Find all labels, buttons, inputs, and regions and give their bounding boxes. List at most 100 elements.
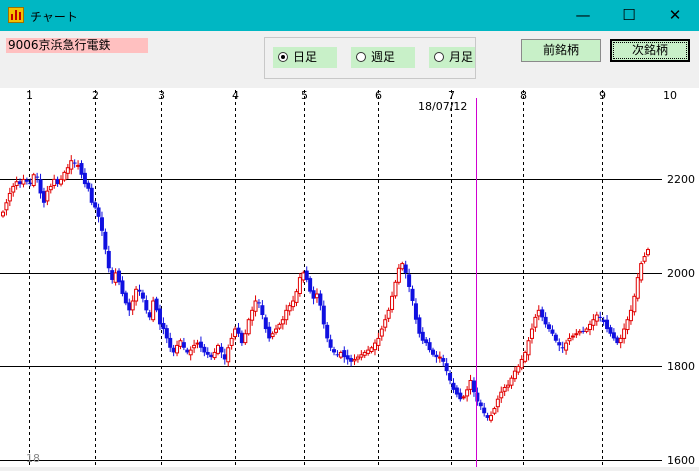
- close-icon[interactable]: ✕: [652, 0, 698, 31]
- radio-monthly[interactable]: 月足: [429, 47, 475, 68]
- candle-down: [161, 322, 166, 330]
- candle-up: [468, 379, 473, 390]
- maximize-icon[interactable]: ☐: [606, 0, 652, 31]
- candle-down: [598, 316, 603, 318]
- candle-down: [198, 341, 203, 348]
- candle-down: [335, 354, 340, 356]
- candle-down: [93, 202, 98, 208]
- month-label-2: 2: [92, 89, 99, 102]
- candle-up: [379, 328, 384, 337]
- candle-up: [646, 249, 650, 256]
- candle-up: [233, 328, 238, 338]
- candle-up: [386, 309, 391, 319]
- candle-down: [222, 354, 227, 360]
- candle-up: [246, 319, 251, 335]
- candle-down: [342, 350, 347, 358]
- candle-down: [611, 332, 616, 339]
- candle-up: [216, 344, 220, 354]
- candle-down: [448, 373, 453, 381]
- chart-area[interactable]: 1 2 3 4 5 6 7 8 9 10 2200 2000 1800 1600 18/07/12 18: [0, 88, 699, 467]
- candle-down: [72, 162, 77, 164]
- candle-down: [103, 231, 108, 250]
- candle-up: [506, 384, 511, 388]
- candle-down: [236, 327, 241, 334]
- candle-down: [550, 329, 555, 334]
- candle-up: [512, 370, 517, 380]
- candle-down: [209, 354, 214, 358]
- candle-up: [577, 330, 582, 334]
- candle-down: [434, 354, 439, 358]
- candle-down: [18, 181, 23, 185]
- radio-daily[interactable]: 日足: [273, 47, 337, 68]
- candle-down: [35, 176, 40, 178]
- candle-up: [14, 181, 19, 186]
- candle-up: [31, 174, 36, 186]
- year-label: 18: [26, 452, 40, 465]
- candle-down: [325, 324, 330, 339]
- candle-down: [485, 415, 490, 418]
- candle-down: [431, 349, 435, 355]
- candle-down: [205, 351, 210, 355]
- candle-down: [557, 342, 562, 346]
- title-bar: チャート — ☐ ✕: [0, 0, 699, 31]
- candle-up: [390, 295, 395, 310]
- next-stock-button[interactable]: 次銘柄: [610, 39, 690, 62]
- candle-up: [639, 263, 644, 281]
- candle-down: [164, 328, 169, 339]
- candle-up: [151, 300, 156, 321]
- candle-down: [260, 305, 265, 316]
- candle-up: [502, 387, 507, 392]
- candle-down: [417, 317, 422, 334]
- candle-up: [622, 328, 627, 339]
- y-tick-1800: 1800: [667, 360, 695, 373]
- toolbar: 9006京浜急行電鉄 日足 週足 月足 前銘柄 次銘柄: [0, 31, 699, 87]
- candle-down: [144, 300, 149, 311]
- candle-down: [581, 330, 586, 332]
- radio-weekly-label: 週足: [371, 50, 396, 64]
- candle-up: [250, 309, 255, 321]
- candle-up: [69, 160, 74, 170]
- candle-up: [314, 293, 319, 299]
- candle-up: [65, 167, 70, 174]
- candle-down: [424, 339, 429, 344]
- candle-up: [533, 316, 538, 328]
- candle-down: [267, 326, 272, 339]
- candlestick-chart[interactable]: 1 2 3 4 5 6 7 8 9 10220020001800160018/07/1218: [0, 88, 699, 467]
- prev-stock-button[interactable]: 前銘柄: [521, 39, 601, 62]
- candle-down: [475, 392, 480, 402]
- candle-up: [396, 267, 401, 283]
- candle-down: [38, 179, 43, 194]
- candle-up: [584, 328, 589, 332]
- candle-down: [304, 270, 309, 280]
- candle-down: [543, 316, 548, 325]
- candle-down: [137, 289, 142, 292]
- candle-down: [110, 270, 115, 280]
- candle-up: [1, 211, 5, 217]
- candle-up: [574, 333, 579, 336]
- candle-down: [349, 358, 354, 362]
- candle-down: [605, 319, 610, 330]
- candle-up: [499, 391, 504, 399]
- candle-down: [171, 347, 176, 353]
- candle-down: [451, 382, 456, 390]
- candle-up: [291, 300, 296, 308]
- candle-up: [495, 398, 500, 408]
- candle-down: [458, 392, 463, 400]
- candle-up: [465, 389, 470, 397]
- candle-up: [461, 396, 466, 399]
- candle-up: [11, 185, 16, 193]
- chart-app-icon[interactable]: [8, 7, 24, 23]
- month-label-6: 6: [375, 89, 382, 102]
- candle-down: [168, 337, 173, 348]
- candle-down: [403, 264, 408, 273]
- candle-down: [553, 334, 558, 341]
- candle-up: [338, 351, 343, 358]
- candle-up: [59, 178, 64, 185]
- radio-weekly[interactable]: 週足: [351, 47, 415, 68]
- minimize-icon[interactable]: —: [560, 0, 606, 31]
- candle-down: [308, 278, 313, 292]
- candle-up: [567, 337, 572, 342]
- candle-up: [587, 323, 592, 331]
- month-label-8: 8: [520, 89, 527, 102]
- candle-down: [117, 270, 122, 283]
